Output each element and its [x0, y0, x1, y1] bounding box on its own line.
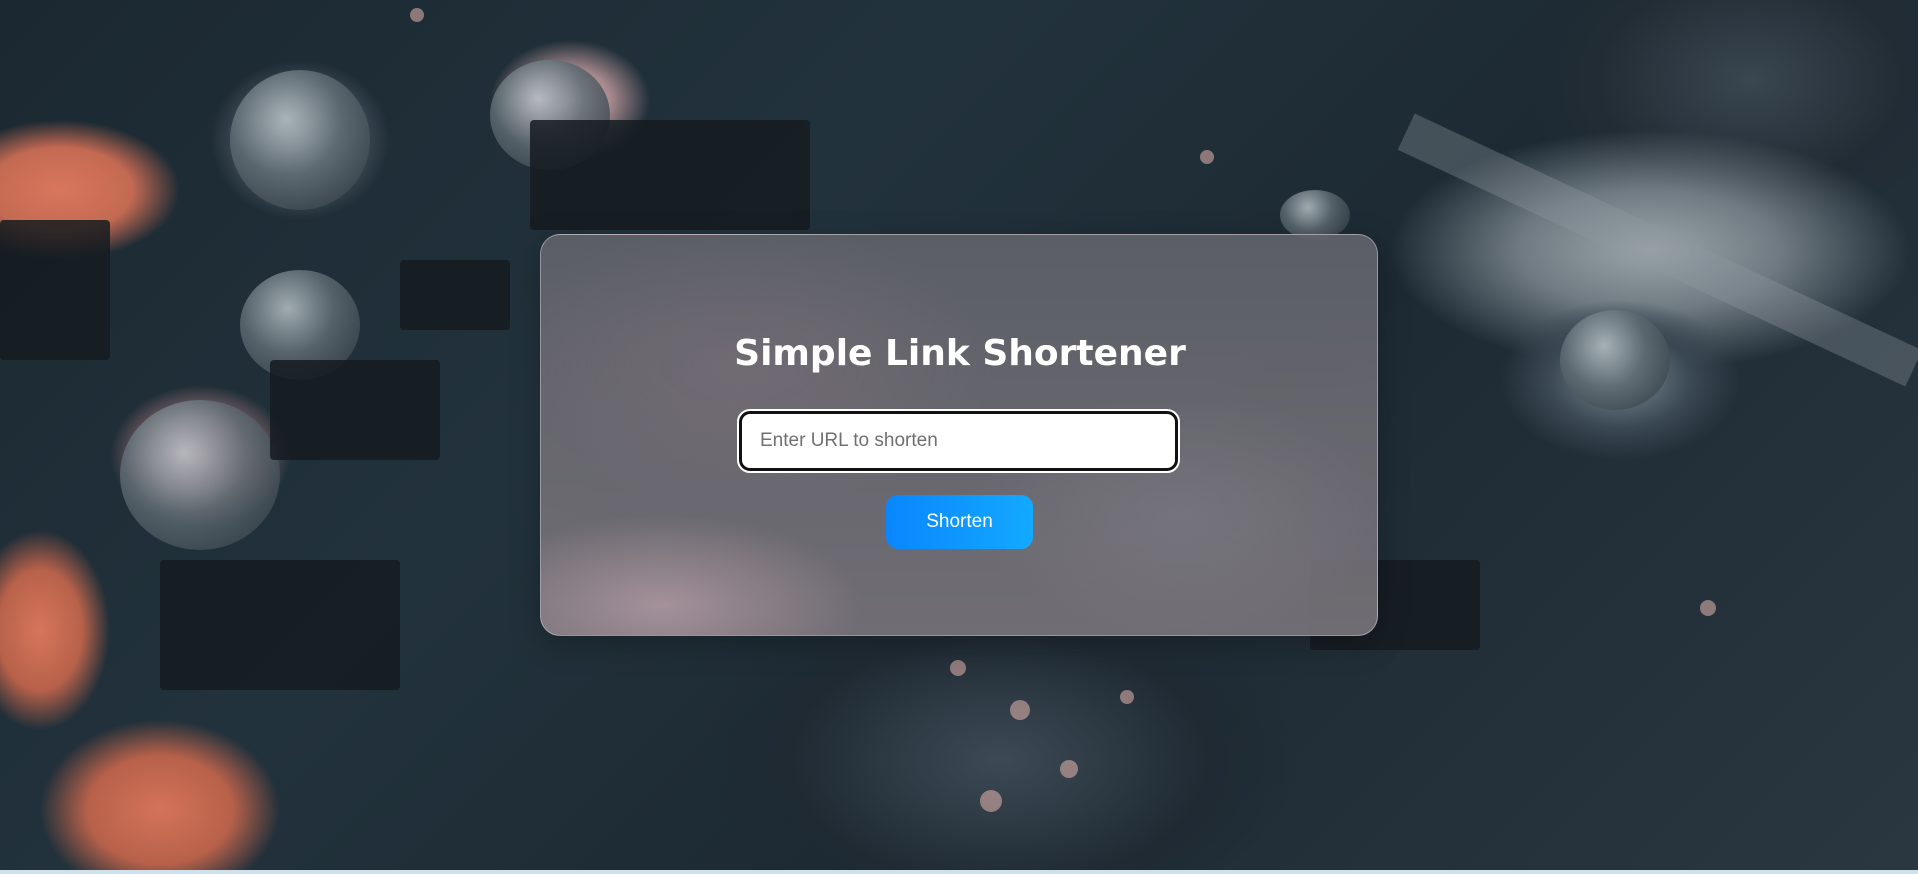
shorten-button[interactable]: Shorten: [886, 495, 1033, 549]
speck-decoration: [1120, 690, 1134, 704]
capacitor-decoration: [230, 70, 370, 210]
speck-decoration: [1200, 150, 1214, 164]
speck-decoration: [1700, 600, 1716, 616]
capacitor-decoration: [120, 400, 280, 550]
page-title: Simple Link Shortener: [734, 333, 1186, 374]
chip-decoration: [0, 220, 110, 360]
speck-decoration: [410, 8, 424, 22]
url-input[interactable]: [737, 409, 1180, 473]
speck-decoration: [950, 660, 966, 676]
speck-decoration: [1060, 760, 1078, 778]
speck-decoration: [980, 790, 1002, 812]
bottom-edge: [0, 870, 1918, 874]
capacitor-decoration: [1280, 190, 1350, 240]
capacitor-decoration: [1560, 310, 1670, 410]
chip-decoration: [530, 120, 810, 230]
chip-decoration: [400, 260, 510, 330]
chip-decoration: [270, 360, 440, 460]
speck-decoration: [1010, 700, 1030, 720]
shortener-card: Simple Link Shortener Shorten: [540, 234, 1378, 636]
chip-decoration: [160, 560, 400, 690]
